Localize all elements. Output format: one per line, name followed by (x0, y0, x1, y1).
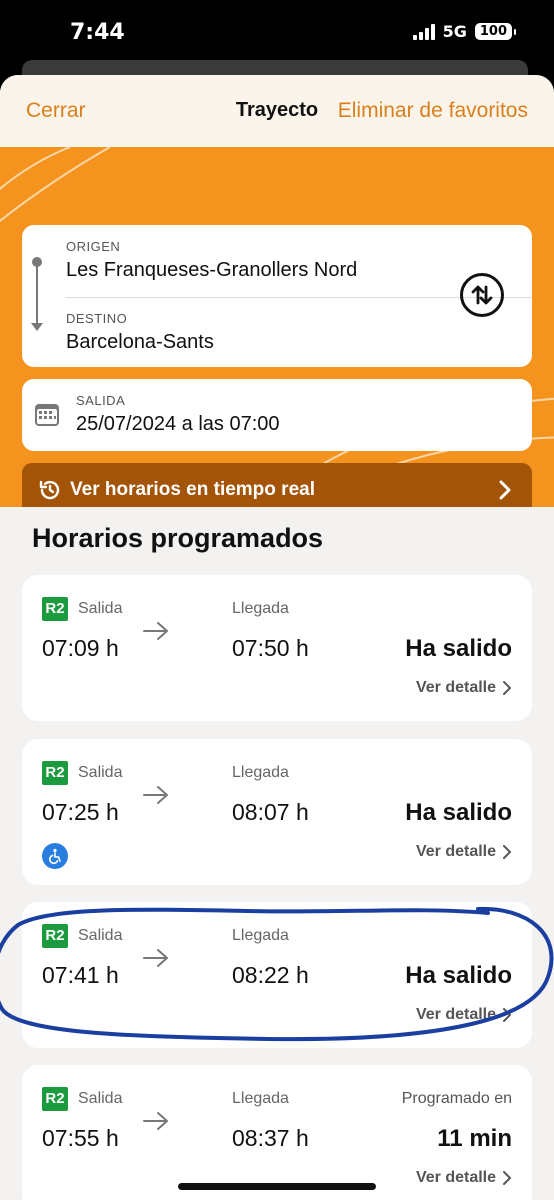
train-status: Ha salido (405, 799, 512, 826)
departure-time: 07:09 h (42, 635, 119, 661)
origin-label: ORIGEN (66, 239, 121, 254)
arrow-right-icon (143, 786, 168, 804)
line-badge: R2 (42, 761, 68, 785)
chevron-right-icon (503, 845, 511, 859)
line-badge: R2 (42, 1087, 68, 1111)
sheet-header: Cerrar Trayecto Eliminar de favoritos (0, 75, 554, 147)
train-status: Ha salido (405, 635, 512, 662)
departure-time: 07:25 h (42, 799, 119, 825)
destination-label: DESTINO (66, 311, 128, 326)
departure-date-field[interactable]: SALIDA 25/07/2024 a las 07:00 (22, 379, 532, 451)
departure-label: SALIDA (76, 393, 126, 408)
train-status: 11 min (437, 1125, 512, 1152)
departure-time: 07:55 h (42, 1125, 119, 1151)
arrow-right-icon (143, 622, 168, 640)
realtime-label: Ver horarios en tiempo real (70, 479, 315, 500)
departure-label: Salida (78, 1090, 123, 1107)
highlight-annotation (0, 906, 554, 1042)
home-indicator[interactable] (178, 1183, 376, 1190)
arrival-label: Llegada (232, 600, 289, 617)
train-card[interactable]: R2 Salida 07:09 h Llegada 07:50 h Ha sal… (22, 575, 532, 721)
departure-value: 25/07/2024 a las 07:00 (76, 413, 280, 435)
view-detail-label: Ver detalle (415, 843, 496, 860)
scheduled-in-label: Programado en (401, 1090, 512, 1107)
chevron-right-icon (503, 1171, 511, 1185)
train-card[interactable]: R2 Salida 07:55 h Llegada 08:37 h Progra… (22, 1065, 532, 1200)
arrival-time: 08:07 h (232, 799, 309, 825)
chevron-right-icon (503, 681, 511, 695)
network-type: 5G (442, 22, 467, 41)
realtime-schedules-button[interactable]: Ver horarios en tiempo real (22, 463, 532, 507)
view-detail-link[interactable]: Ver detalle (416, 1169, 512, 1187)
arrival-time: 08:37 h (232, 1125, 309, 1151)
wheelchair-icon (42, 843, 68, 869)
route-line (36, 263, 38, 327)
arrival-time: 07:50 h (232, 635, 309, 661)
search-panel: ORIGEN Les Franqueses-Granollers Nord DE… (0, 147, 554, 507)
status-indicators: 5G 100 (412, 22, 517, 41)
close-button[interactable]: Cerrar (26, 99, 86, 123)
history-icon (39, 480, 60, 500)
destination-arrow-icon (31, 323, 43, 331)
view-detail-label: Ver detalle (415, 679, 496, 696)
departure-label: Salida (78, 600, 123, 617)
signal-icon (412, 23, 435, 40)
destination-field[interactable]: Barcelona-Sants (66, 331, 214, 354)
arrow-right-icon (143, 1112, 168, 1130)
train-card[interactable]: R2 Salida 07:25 h Llegada 08:07 h Ha sal… (22, 739, 532, 885)
remove-favorites-button[interactable]: Eliminar de favoritos (338, 99, 528, 123)
swap-icon (471, 285, 493, 305)
route-card: ORIGEN Les Franqueses-Granollers Nord DE… (22, 225, 532, 367)
arrival-label: Llegada (232, 1090, 289, 1107)
arrival-label: Llegada (232, 764, 289, 781)
route-sheet: Cerrar Trayecto Eliminar de favoritos OR… (0, 75, 554, 1200)
chevron-right-icon (499, 480, 511, 500)
view-detail-link[interactable]: Ver detalle (416, 843, 512, 861)
origin-field[interactable]: Les Franqueses-Granollers Nord (66, 259, 357, 282)
section-title: Horarios programados (32, 523, 324, 553)
calendar-icon (35, 404, 59, 426)
battery-icon: 100 (474, 23, 517, 40)
line-badge: R2 (42, 597, 68, 621)
view-detail-link[interactable]: Ver detalle (416, 679, 512, 697)
status-time: 7:44 (70, 20, 125, 45)
departure-label: Salida (78, 764, 123, 781)
swap-button[interactable] (460, 273, 504, 317)
view-detail-label: Ver detalle (415, 1169, 496, 1186)
